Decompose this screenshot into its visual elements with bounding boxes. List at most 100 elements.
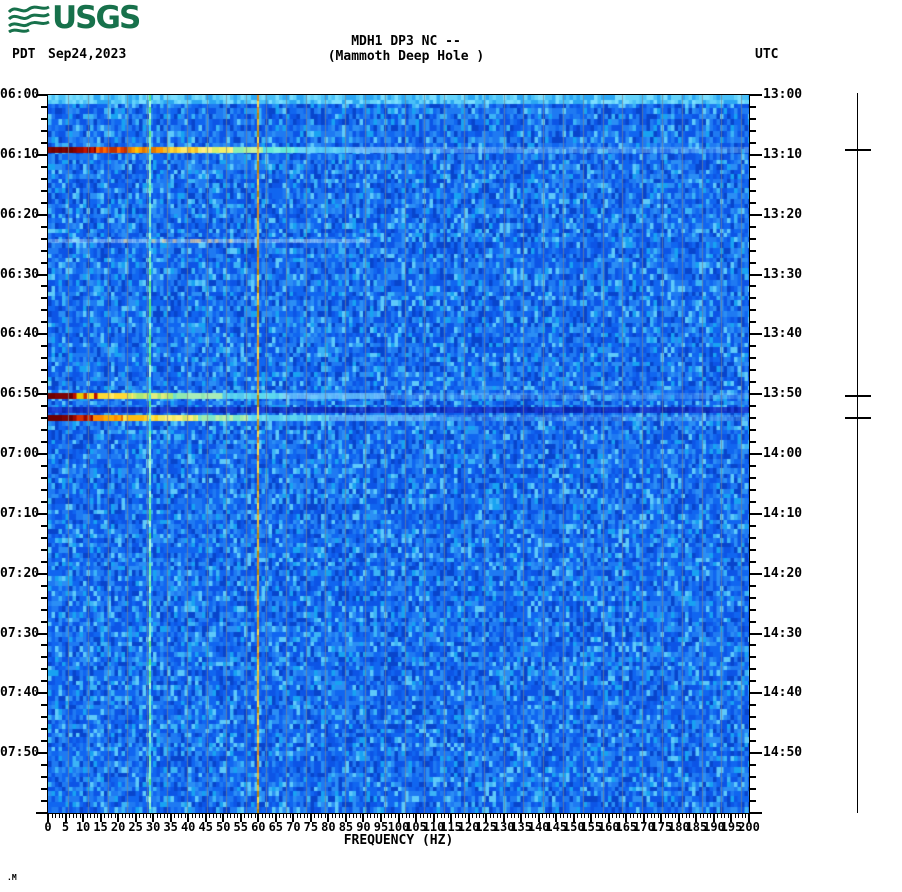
event-marker-tick xyxy=(845,394,871,397)
usgs-logo: USGS xyxy=(8,0,141,36)
x-axis-tick xyxy=(619,813,621,818)
x-axis-tick xyxy=(475,813,477,818)
x-axis-tick xyxy=(405,813,407,818)
usgs-logo-text: USGS xyxy=(52,0,141,36)
x-axis-tick xyxy=(440,813,442,818)
y-axis-left-tick xyxy=(41,381,48,384)
y-axis-right-tick xyxy=(749,129,756,132)
left-axis-tick-label: 06:20 xyxy=(0,206,40,222)
event-marker-tick xyxy=(845,417,871,420)
left-axis-tick-label: 07:40 xyxy=(0,685,40,701)
y-axis-left-tick xyxy=(41,237,48,240)
x-axis-tick xyxy=(181,813,183,818)
y-axis-left-tick xyxy=(41,441,48,444)
right-axis-tick-label: 14:40 xyxy=(763,685,803,701)
y-axis-left-tick xyxy=(41,716,48,719)
y-axis-right-tick xyxy=(749,692,762,695)
x-axis-tick xyxy=(307,813,309,818)
x-axis-tick xyxy=(338,813,340,818)
x-axis-tick xyxy=(419,813,421,818)
x-axis-tick xyxy=(321,813,323,818)
usgs-wave-icon xyxy=(8,5,50,33)
left-axis-tick-label: 06:40 xyxy=(0,326,40,342)
x-axis-tick xyxy=(160,813,162,818)
x-axis-tick xyxy=(601,813,603,818)
x-axis-tick xyxy=(507,813,509,818)
x-axis-tick xyxy=(107,813,109,818)
x-axis-tick xyxy=(741,813,743,818)
y-axis-right-tick xyxy=(749,297,756,300)
y-axis-left-tick xyxy=(41,417,48,420)
x-axis-tick xyxy=(184,813,186,818)
x-axis-tick xyxy=(331,813,333,818)
x-axis-tick xyxy=(359,813,361,818)
y-axis-right-tick xyxy=(749,237,756,240)
x-axis-tick xyxy=(370,813,372,818)
y-axis-left-tick xyxy=(41,405,48,408)
y-axis-left-tick xyxy=(41,464,48,467)
x-axis-tick xyxy=(356,813,358,818)
y-axis-left-tick xyxy=(41,369,48,372)
x-axis-tick xyxy=(444,813,446,818)
x-axis-tick xyxy=(177,813,179,818)
y-axis-left-tick xyxy=(41,728,48,731)
x-axis-tick xyxy=(349,813,351,818)
x-axis-tick xyxy=(472,813,474,818)
y-axis-left-tick xyxy=(41,321,48,324)
x-axis-tick-label: 200 xyxy=(738,820,760,834)
x-axis-tick xyxy=(366,813,368,818)
y-axis-left-tick xyxy=(41,285,48,288)
y-axis-right-tick xyxy=(749,429,756,432)
x-axis-tick xyxy=(195,813,197,818)
x-axis-tick xyxy=(542,813,544,818)
y-axis-left-tick xyxy=(41,548,48,551)
x-axis-title: FREQUENCY (HZ) xyxy=(343,833,454,848)
y-axis-left-tick xyxy=(41,560,48,563)
left-axis-tick-label: 07:00 xyxy=(0,446,40,461)
right-axis-tick-label: 13:10 xyxy=(763,146,803,162)
x-axis-tick xyxy=(62,813,64,818)
y-axis-left-tick xyxy=(41,620,48,623)
x-axis-tick xyxy=(633,813,635,818)
y-axis-left-tick xyxy=(41,596,48,599)
x-axis-tick xyxy=(710,813,712,818)
left-axis-tick-label: 07:50 xyxy=(0,745,40,761)
y-axis-left-tick xyxy=(41,105,48,108)
y-axis-right-tick xyxy=(749,752,762,755)
y-axis-left-tick xyxy=(41,476,48,479)
x-axis-tick xyxy=(699,813,701,818)
y-axis-left-tick xyxy=(41,668,48,671)
y-axis-right-tick xyxy=(749,788,756,791)
spectrogram-canvas xyxy=(48,95,749,813)
y-axis-right-tick xyxy=(749,632,762,635)
x-axis-tick xyxy=(549,813,551,818)
y-axis-left-tick xyxy=(41,644,48,647)
x-axis-tick xyxy=(461,813,463,818)
y-axis-right-tick xyxy=(749,536,756,539)
x-axis-tick xyxy=(254,813,256,818)
right-axis-tick-label: 14:20 xyxy=(763,565,803,581)
y-axis-right-tick xyxy=(749,345,756,348)
y-axis-left-tick xyxy=(41,129,48,132)
x-axis-tick xyxy=(689,813,691,818)
x-axis-tick xyxy=(622,813,624,818)
x-axis-tick xyxy=(577,813,579,818)
y-axis-right-tick xyxy=(749,381,756,384)
y-axis-right-tick xyxy=(749,201,756,204)
y-axis-right-tick xyxy=(749,261,756,264)
x-axis-tick xyxy=(682,813,684,818)
y-axis-left-tick xyxy=(41,680,48,683)
x-axis-tick xyxy=(167,813,169,818)
x-axis-tick xyxy=(286,813,288,818)
y-axis-right-tick xyxy=(749,500,756,503)
x-axis-tick xyxy=(314,813,316,818)
x-axis-tick xyxy=(373,813,375,818)
y-axis-right-tick xyxy=(749,321,756,324)
y-axis-right-tick xyxy=(749,776,756,779)
x-axis-tick xyxy=(535,813,537,818)
x-axis-tick xyxy=(69,813,71,818)
y-axis-right-tick xyxy=(749,141,756,144)
y-axis-right-tick xyxy=(749,476,756,479)
y-axis-right-tick xyxy=(749,333,762,336)
x-axis-tick xyxy=(86,813,88,818)
